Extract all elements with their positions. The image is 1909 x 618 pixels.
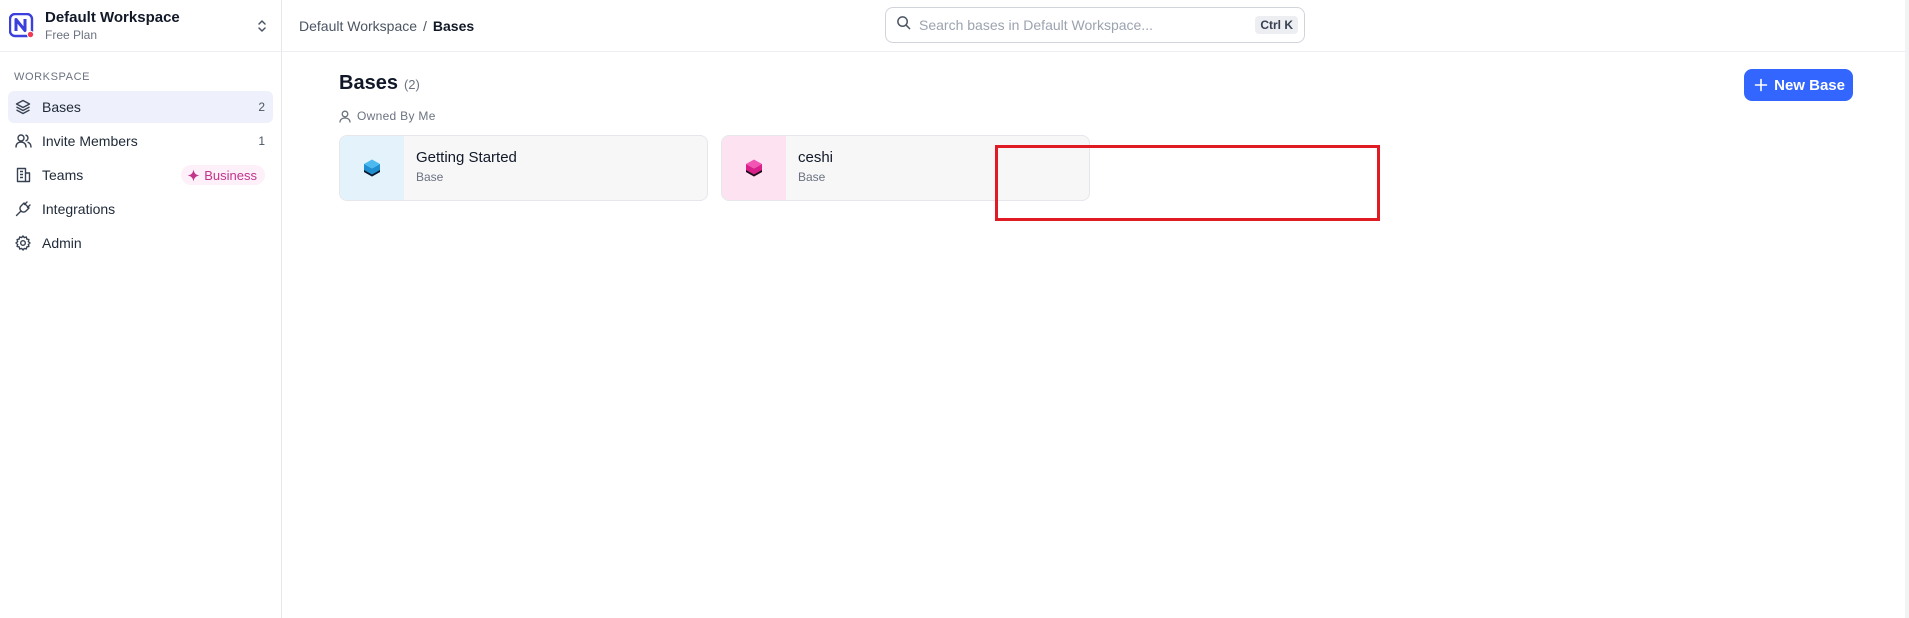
search-shortcut: Ctrl K bbox=[1255, 16, 1298, 34]
sidebar-item-label: Teams bbox=[42, 167, 84, 183]
search-box[interactable]: Ctrl K bbox=[885, 7, 1305, 43]
chevron-up-down-icon[interactable] bbox=[253, 17, 271, 35]
sidebar-item-integrations[interactable]: Integrations bbox=[8, 193, 273, 225]
gear-icon bbox=[14, 234, 32, 252]
workspace-switcher[interactable]: Default Workspace Free Plan bbox=[0, 0, 281, 52]
bases-count: 2 bbox=[258, 100, 265, 114]
base-thumb bbox=[722, 136, 786, 200]
base-name: Getting Started bbox=[416, 149, 517, 166]
new-base-button[interactable]: New Base bbox=[1744, 69, 1853, 101]
topbar: Default Workspace / Bases Ctrl K bbox=[282, 0, 1909, 52]
sparkle-icon bbox=[187, 168, 200, 182]
sidebar-nav: Bases 2 Invite Members 1 Teams Business … bbox=[0, 91, 281, 259]
owned-label-text: Owned By Me bbox=[357, 109, 436, 123]
users-icon bbox=[14, 132, 32, 150]
main-content: Default Workspace / Bases Ctrl K Bases (… bbox=[282, 0, 1909, 618]
base-card-getting-started[interactable]: Getting Started Base bbox=[339, 135, 708, 201]
sidebar: Default Workspace Free Plan WORKSPACE Ba… bbox=[0, 0, 282, 618]
base-type: Base bbox=[798, 170, 826, 184]
members-count: 1 bbox=[258, 134, 265, 148]
search-input[interactable] bbox=[919, 17, 1248, 33]
base-name: ceshi bbox=[798, 149, 834, 166]
business-badge-label: Business bbox=[204, 167, 257, 183]
sidebar-item-bases[interactable]: Bases 2 bbox=[8, 91, 273, 123]
sidebar-item-label: Integrations bbox=[42, 201, 116, 217]
breadcrumb-current: Bases bbox=[432, 17, 475, 34]
sidebar-item-label: Bases bbox=[42, 99, 81, 115]
page-count: (2) bbox=[403, 77, 420, 92]
breadcrumb-workspace[interactable]: Default Workspace bbox=[299, 18, 417, 34]
sidebar-item-label: Invite Members bbox=[42, 133, 138, 149]
base-type: Base bbox=[416, 170, 444, 184]
building-icon bbox=[14, 166, 32, 184]
user-icon bbox=[339, 110, 351, 123]
base-cube-icon bbox=[746, 159, 762, 177]
base-card-ceshi[interactable]: ceshi Base bbox=[721, 135, 1090, 201]
search-icon bbox=[896, 15, 911, 35]
base-cards: Getting Started Base ceshi Base bbox=[339, 135, 1909, 201]
plus-icon bbox=[1754, 78, 1768, 92]
bases-section: Bases (2) Owned By Me Getting Started Ba… bbox=[339, 72, 1909, 201]
app-window: Default Workspace Free Plan WORKSPACE Ba… bbox=[0, 0, 1909, 618]
nocodb-logo-icon bbox=[8, 12, 35, 39]
breadcrumb: Default Workspace / Bases bbox=[299, 18, 474, 34]
business-badge[interactable]: Business bbox=[181, 165, 265, 185]
page-title: Bases bbox=[339, 72, 398, 94]
sidebar-item-teams[interactable]: Teams Business bbox=[8, 159, 273, 191]
base-cube-icon bbox=[364, 159, 380, 177]
breadcrumb-separator: / bbox=[423, 17, 427, 34]
section-label-workspace: WORKSPACE bbox=[14, 71, 91, 83]
workspace-plan: Free Plan bbox=[45, 28, 98, 42]
new-base-label: New Base bbox=[1774, 76, 1845, 94]
plug-icon bbox=[14, 200, 32, 218]
sidebar-item-admin[interactable]: Admin bbox=[8, 227, 273, 259]
sidebar-item-label: Admin bbox=[42, 235, 82, 251]
layers-icon bbox=[14, 98, 32, 116]
sidebar-item-invite-members[interactable]: Invite Members 1 bbox=[8, 125, 273, 157]
workspace-name: Default Workspace bbox=[45, 9, 180, 26]
owned-by-me-label: Owned By Me bbox=[339, 109, 1909, 123]
base-thumb bbox=[340, 136, 404, 200]
scrollbar-track[interactable] bbox=[1905, 0, 1909, 618]
